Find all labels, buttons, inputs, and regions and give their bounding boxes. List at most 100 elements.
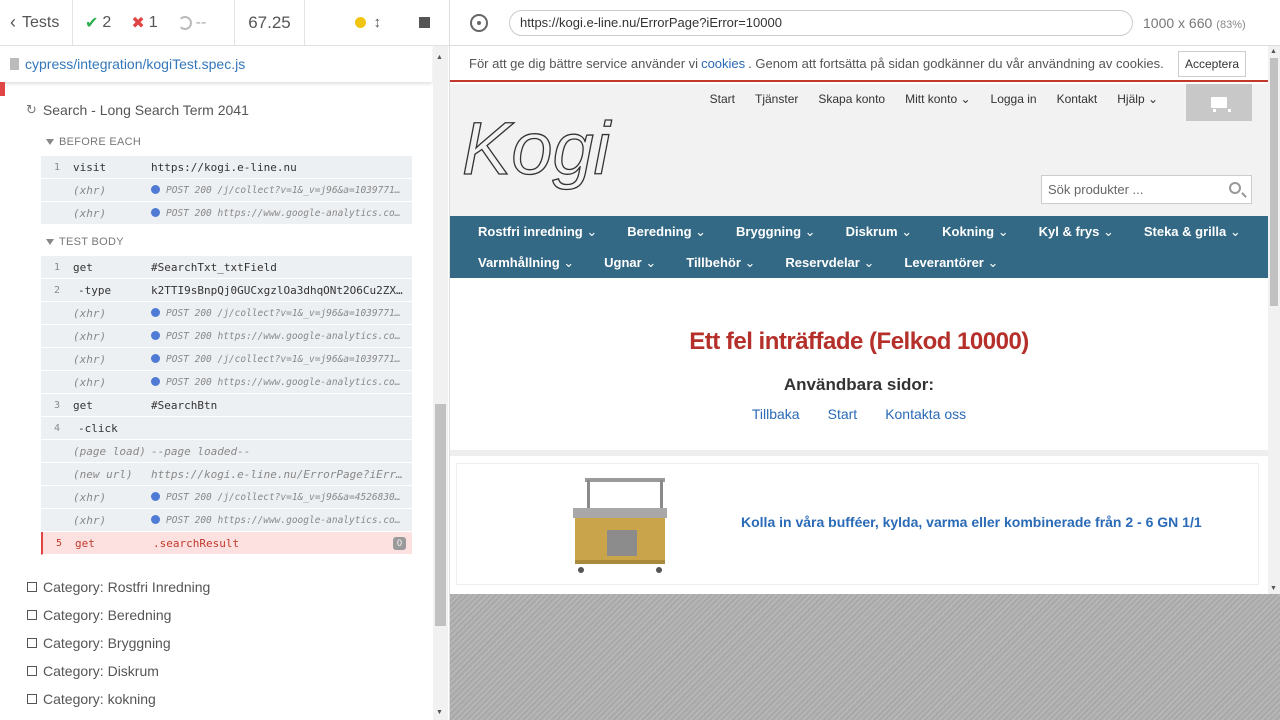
buffet-banner[interactable]: Kolla in våra bufféer, kylda, varma elle… [456,463,1259,585]
useful-link[interactable]: Start [828,406,858,422]
menu-row-2: Varmhållning Ugnar Tillbehör Reservdelar Lev… [478,255,998,271]
menu-item[interactable]: Steka & grilla [1144,224,1241,240]
menu-item[interactable]: Diskrum [846,224,913,240]
scroll-up-icon[interactable]: ▲ [1270,48,1277,55]
test-stats: ✔ 2 ✖ 1 -- [73,0,235,46]
command-row[interactable]: (xhr) POST 200 https://www.google-analyti… [41,202,412,225]
cookies-link[interactable]: cookies [701,56,745,71]
xhr-text: POST 200 /j/collect?v=1&_v=j96&a=4526830… [166,491,412,503]
category-test-item[interactable]: Category: Rostfri Inredning [27,579,210,595]
command-row[interactable]: (page load) --page loaded-- [41,440,412,463]
site-scrollbar[interactable]: ▲ ▼ [1268,46,1280,594]
menu-item[interactable]: Tillbehör [686,255,755,271]
spec-file-bar[interactable]: cypress/integration/kogiTest.spec.js [0,46,432,82]
selector-playground-icon[interactable] [470,13,488,32]
xhr-status-dot-icon [151,330,160,340]
command-row[interactable]: (xhr) POST 200 https://www.google-analyti… [41,371,412,394]
test-body-label: TEST BODY [59,236,124,248]
spec-path[interactable]: cypress/integration/kogiTest.spec.js [25,56,245,72]
command-row[interactable]: (xhr) POST 200 /j/collect?v=1&_v=j96&a=10… [41,302,412,325]
command-number: 1 [53,161,61,173]
website-viewport: För att ge dig bättre service använder v… [450,46,1280,594]
command-row[interactable]: 4 -click [41,417,412,440]
stop-icon[interactable] [419,17,430,28]
top-nav-link[interactable]: Hjälp ⌄ [1117,92,1158,106]
search-placeholder: Sök produkter ... [1048,182,1144,197]
top-nav-link[interactable]: Mitt konto ⌄ [905,92,970,106]
refresh-icon: ↻ [26,102,37,117]
kogi-logo[interactable]: Kogi [460,106,660,203]
command-row[interactable]: (xhr) POST 200 https://www.google-analyti… [41,509,412,532]
command-row[interactable]: 1 get #SearchTxt_txtField [41,256,412,279]
category-test-item[interactable]: Category: kokning [27,691,156,707]
command-row[interactable]: (xhr) POST 200 /j/collect?v=1&_v=j96&a=10… [41,348,412,371]
category-label: Category: Beredning [43,607,172,623]
command-name: get [73,398,93,412]
failed-count: 1 [148,13,158,31]
zoom-level: (83%) [1216,18,1246,31]
before-each-header[interactable]: BEFORE EACH [46,136,141,148]
top-nav-link[interactable]: Tjänster [755,92,798,106]
cart-button[interactable] [1186,84,1252,121]
menu-item[interactable]: Bryggning [736,224,816,240]
viewport-info[interactable]: 1000 x 660 (83%) [1143,15,1246,31]
auto-scroll-dot-icon[interactable] [354,17,366,28]
top-nav-link[interactable]: Kontakt [1057,92,1098,106]
menu-item[interactable]: Beredning [627,224,706,240]
command-row[interactable]: 5 get .searchResult 0 [41,532,412,555]
runner-controls: ↕ [305,0,450,46]
xhr-text: POST 200 /j/collect?v=1&_v=j96&a=1039771… [166,307,412,319]
menu-item[interactable]: Varmhållning [478,255,574,271]
category-test-item[interactable]: Category: Diskrum [27,663,159,679]
xhr-text: POST 200 https://www.google-analytics.co… [166,207,412,219]
command-row[interactable]: (xhr) POST 200 /j/collect?v=1&_v=j96&a=45… [41,486,412,509]
menu-item[interactable]: Rostfri inredning [478,224,597,240]
useful-link[interactable]: Kontakta oss [885,406,966,422]
command-name: (xhr) [73,183,107,197]
xhr-status-dot-icon [151,307,160,317]
resize-arrows-icon[interactable]: ↕ [374,14,382,31]
search-icon[interactable] [1229,182,1241,194]
command-row[interactable]: 3 get #SearchBtn [41,394,412,417]
checkbox-icon [27,610,37,620]
scrollbar-thumb[interactable] [1270,58,1278,306]
category-test-item[interactable]: Category: Bryggning [27,635,171,651]
menu-item[interactable]: Kokning [942,224,1009,240]
runner-scrollbar[interactable]: ▲ ▼ [433,46,448,720]
top-nav-link[interactable]: Skapa konto [818,92,885,106]
scroll-down-icon[interactable]: ▼ [1270,585,1277,592]
accept-cookies-button[interactable]: Acceptera [1178,51,1246,77]
top-nav-link[interactable]: Start [710,92,735,106]
top-nav-link[interactable]: Logga in [991,92,1037,106]
command-row[interactable]: (new url) https://kogi.e-line.nu/ErrorPag… [41,463,412,486]
scroll-down-icon[interactable]: ▼ [436,709,443,716]
menu-item[interactable]: Kyl & frys [1039,224,1114,240]
useful-link[interactable]: Tillbaka [752,406,800,422]
runner-toolbar: ‹ Tests ✔ 2 ✖ 1 -- 67.25 ↕ [0,0,450,46]
command-row[interactable]: 1 visit https://kogi.e-line.nu [41,156,412,179]
file-icon [10,58,19,70]
menu-item[interactable]: Reservdelar [785,255,874,271]
scrollbar-thumb[interactable] [435,404,446,626]
cart-icon [1211,97,1231,112]
command-row[interactable]: (xhr) POST 200 https://www.google-analyti… [41,325,412,348]
command-row[interactable]: (xhr) POST 200 /j/collect?v=1&_v=j96&a=10… [41,179,412,202]
command-name: (page load) [73,444,146,458]
command-number: 3 [53,399,61,411]
command-name: (xhr) [73,375,107,389]
category-test-item[interactable]: Category: Beredning [27,607,171,623]
checkbox-icon [27,582,37,592]
command-row[interactable]: 2 -type k2TTI9sBnpQj0GUCxgzlOa3dhqONt2O6Cu… [41,279,412,302]
command-name: (xhr) [73,206,107,220]
menu-item[interactable]: Leverantörer [904,255,998,271]
search-input[interactable]: Sök produkter ... [1041,175,1252,204]
x-icon: ✖ [131,14,145,32]
url-field[interactable]: https://kogi.e-line.nu/ErrorPage?iError=… [509,9,1133,36]
test-body-header[interactable]: TEST BODY [46,236,124,248]
suite-title-row[interactable]: ↻ Search - Long Search Term 2041 [26,102,249,118]
tests-back-button[interactable]: ‹ Tests [0,0,73,46]
menu-item[interactable]: Ugnar [604,255,656,271]
command-message: https://kogi.e-line.nu [151,160,297,174]
scroll-up-icon[interactable]: ▲ [436,54,443,61]
useful-links: Tillbaka Start Kontakta oss [450,406,1268,422]
